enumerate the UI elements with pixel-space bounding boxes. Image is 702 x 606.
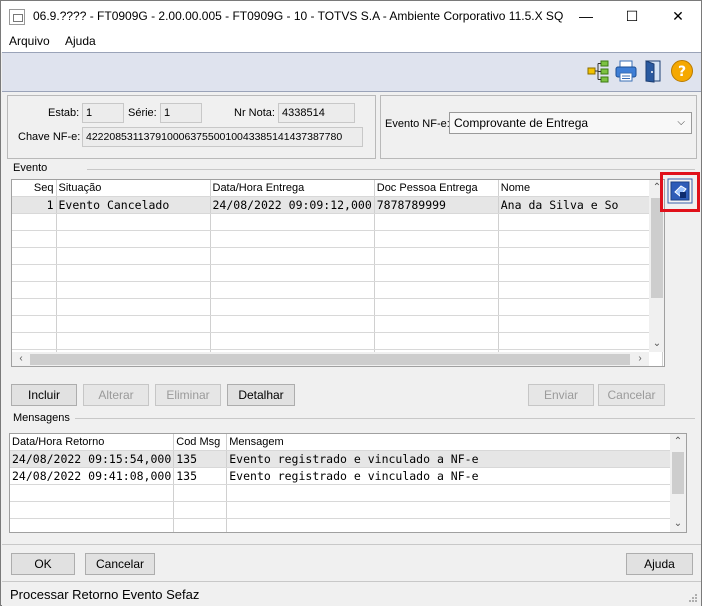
empty-row	[12, 264, 663, 282]
empty-row	[12, 230, 663, 248]
empty-row	[12, 298, 663, 316]
col-nome[interactable]: Nome	[498, 180, 663, 197]
nota-panel: Estab: 1 Série: 1 Nr Nota: 4338514 Chave…	[7, 95, 376, 159]
cell-doc: 7878789999	[374, 196, 499, 214]
evento-hscroll-thumb[interactable]	[30, 354, 630, 365]
cell-mensagem: Evento registrado e vinculado a NF-e	[226, 450, 680, 468]
mensagens-grid[interactable]: Data/Hora Retorno Cod Msg Mensagem 24/08…	[9, 433, 687, 533]
empty-row	[10, 501, 680, 519]
ajuda-button[interactable]: Ajuda	[626, 553, 693, 575]
empty-row	[10, 484, 680, 502]
scroll-up-icon[interactable]: ⌃	[671, 436, 685, 447]
menu-ajuda[interactable]: Ajuda	[65, 34, 96, 48]
col-cod-msg[interactable]: Cod Msg	[173, 434, 228, 451]
empty-row	[12, 315, 663, 333]
col-mensagem[interactable]: Mensagem	[226, 434, 680, 451]
col-doc-pessoa[interactable]: Doc Pessoa Entrega	[374, 180, 499, 197]
scroll-left-icon[interactable]: ‹	[14, 353, 28, 364]
mensagens-vscroll-thumb[interactable]	[672, 452, 684, 494]
incluir-button[interactable]: Incluir	[11, 384, 77, 406]
col-seq[interactable]: Seq	[12, 180, 57, 197]
window-title: 06.9.???? - FT0909G - 2.00.00.005 - FT09…	[33, 9, 563, 23]
mensagens-vscroll[interactable]: ⌃ ⌄	[670, 434, 686, 532]
mensagens-group-label: Mensagens	[11, 412, 72, 424]
cell-data-retorno: 24/08/2022 09:15:54,000	[10, 450, 175, 468]
chave-label: Chave NF-e:	[18, 131, 81, 143]
status-bar: Processar Retorno Evento Sefaz	[2, 581, 701, 606]
chave-field[interactable]: 4222085311379100063755001004338514143738…	[82, 127, 363, 147]
printer-icon[interactable]	[614, 59, 638, 83]
eliminar-button[interactable]: Eliminar	[155, 384, 221, 406]
footer-divider	[2, 544, 701, 545]
scroll-right-icon[interactable]: ›	[633, 353, 647, 364]
toolbar: ?	[2, 52, 701, 92]
cell-seq: 1	[12, 196, 57, 214]
estab-field[interactable]: 1	[82, 103, 124, 123]
cancelar-button[interactable]: Cancelar	[85, 553, 155, 575]
empty-row	[10, 518, 680, 532]
cell-cod-msg: 135	[173, 450, 228, 468]
col-data-hora-entrega[interactable]: Data/Hora Entrega	[210, 180, 375, 197]
serie-field[interactable]: 1	[160, 103, 202, 123]
col-data-hora-retorno[interactable]: Data/Hora Retorno	[10, 434, 175, 451]
scroll-down-icon[interactable]: ⌄	[650, 338, 664, 349]
resize-grip-icon[interactable]	[688, 593, 698, 603]
table-row[interactable]: 24/08/2022 09:41:08,000 135 Evento regis…	[10, 467, 680, 485]
chevron-down-icon: ⌵	[677, 117, 685, 128]
evento-nfe-select[interactable]: Comprovante de Entrega ⌵	[449, 112, 692, 134]
tree-icon[interactable]	[586, 59, 610, 83]
empty-row	[12, 332, 663, 350]
alterar-button[interactable]: Alterar	[83, 384, 149, 406]
status-text: Processar Retorno Evento Sefaz	[10, 587, 200, 602]
cell-cod-msg: 135	[173, 467, 228, 485]
enviar-button[interactable]: Enviar	[528, 384, 594, 406]
nrnota-field[interactable]: 4338514	[278, 103, 355, 123]
table-row[interactable]: 1 Evento Cancelado 24/08/2022 09:09:12,0…	[12, 196, 663, 214]
evento-nfe-value: Comprovante de Entrega	[454, 116, 589, 130]
evento-hscroll[interactable]: ‹ ›	[12, 352, 649, 366]
svg-text:?: ?	[678, 64, 686, 80]
mensagens-header-row: Data/Hora Retorno Cod Msg Mensagem	[10, 434, 680, 451]
ok-button[interactable]: OK	[11, 553, 75, 575]
mensagens-group-line	[75, 418, 695, 419]
main-window: 06.9.???? - FT0909G - 2.00.00.005 - FT09…	[0, 0, 702, 606]
empty-row	[12, 281, 663, 299]
cell-data-retorno: 24/08/2022 09:41:08,000	[10, 467, 175, 485]
exit-door-icon[interactable]	[642, 59, 666, 83]
minimize-button[interactable]: —	[563, 1, 609, 32]
send-event-button[interactable]	[667, 178, 693, 204]
col-situacao[interactable]: Situação	[56, 180, 211, 197]
empty-row	[12, 213, 663, 231]
evento-group-label: Evento	[11, 162, 50, 174]
cell-mensagem: Evento registrado e vinculado a NF-e	[226, 467, 680, 485]
table-row[interactable]: 24/08/2022 09:15:54,000 135 Evento regis…	[10, 450, 680, 468]
title-bar: 06.9.???? - FT0909G - 2.00.00.005 - FT09…	[1, 1, 701, 32]
cell-nome: Ana da Silva e So	[498, 196, 663, 214]
evento-grid[interactable]: Seq Situação Data/Hora Entrega Doc Pesso…	[11, 179, 665, 367]
detalhar-button[interactable]: Detalhar	[227, 384, 295, 406]
menu-arquivo[interactable]: Arquivo	[9, 34, 50, 48]
empty-row	[12, 247, 663, 265]
close-button[interactable]: ✕	[655, 1, 701, 32]
evento-nfe-label: Evento NF-e:	[385, 118, 450, 130]
cell-situacao: Evento Cancelado	[56, 196, 211, 214]
evento-table: Seq Situação Data/Hora Entrega Doc Pesso…	[12, 180, 663, 366]
evento-header-row: Seq Situação Data/Hora Entrega Doc Pesso…	[12, 180, 663, 197]
serie-label: Série:	[128, 107, 157, 119]
mensagens-table: Data/Hora Retorno Cod Msg Mensagem 24/08…	[10, 434, 680, 532]
evento-group-line	[87, 169, 695, 170]
evento-nfe-panel: Evento NF-e: Comprovante de Entrega ⌵	[380, 95, 697, 159]
menu-bar: Arquivo Ajuda	[1, 32, 701, 52]
help-icon[interactable]: ?	[670, 59, 694, 83]
scroll-down-icon[interactable]: ⌄	[671, 518, 685, 529]
maximize-button[interactable]: ☐	[609, 1, 655, 32]
evento-vscroll-thumb[interactable]	[651, 198, 663, 298]
cell-data-hora: 24/08/2022 09:09:12,000	[210, 196, 375, 214]
nrnota-label: Nr Nota:	[234, 107, 275, 119]
cancelar-evento-button[interactable]: Cancelar	[598, 384, 665, 406]
app-icon	[9, 9, 25, 25]
estab-label: Estab:	[48, 107, 80, 119]
